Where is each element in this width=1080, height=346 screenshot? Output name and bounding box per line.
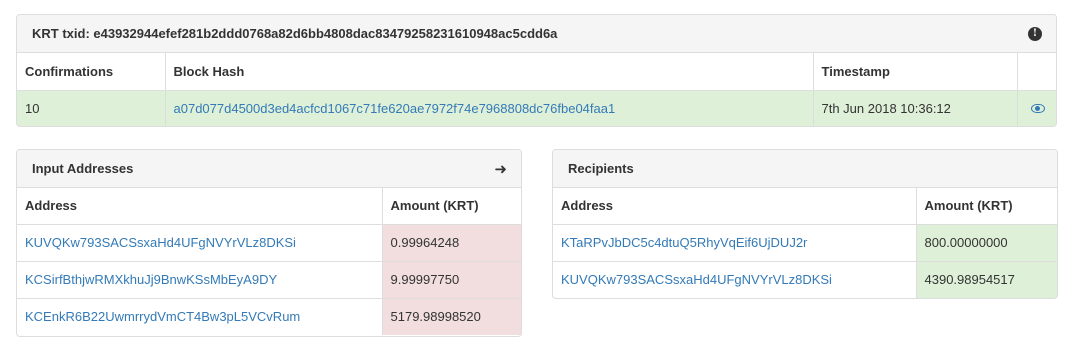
- recipients-panel: Recipients Address Amount (KRT) KTaRPvJb…: [552, 149, 1058, 299]
- block-hash-link[interactable]: a07d077d4500d3ed4acfcd1067c71fe620ae7972…: [174, 101, 616, 116]
- input-amount: 0.99964248: [381, 223, 521, 261]
- recipient-amount: 800.00000000: [915, 223, 1057, 261]
- transaction-heading: KRT txid: e43932944efef281b2ddd0768a82d6…: [17, 15, 1056, 53]
- input-addresses-table: Address Amount (KRT) KUVQKw793SACSsxaHd4…: [17, 188, 521, 335]
- recipient-address-link[interactable]: KUVQKw793SACSsxaHd4UFgNVYrVLz8DKSi: [561, 272, 832, 287]
- table-row: KCSirfBthjwRMXkhuJj9BnwKSsMbEyA9DY 9.999…: [17, 260, 521, 298]
- col-amount: Amount (KRT): [915, 188, 1057, 224]
- transaction-panel: KRT txid: e43932944efef281b2ddd0768a82d6…: [16, 14, 1057, 127]
- col-actions: [1016, 53, 1056, 90]
- input-address-link[interactable]: KCEnkR6B22UwmrrydVmCT4Bw3pL5VCvRum: [25, 309, 300, 324]
- col-confirmations: Confirmations: [25, 63, 114, 79]
- table-header-row: Address Amount (KRT): [17, 188, 521, 224]
- recipients-heading: Recipients: [553, 150, 1057, 188]
- table-row: KUVQKw793SACSsxaHd4UFgNVYrVLz8DKSi 0.999…: [17, 223, 521, 261]
- arrow-right-icon[interactable]: ➜: [494, 160, 507, 178]
- input-amount: 5179.98998520: [381, 297, 521, 335]
- table-row: KUVQKw793SACSsxaHd4UFgNVYrVLz8DKSi 4390.…: [553, 260, 1057, 298]
- col-address: Address: [25, 198, 78, 214]
- col-timestamp: Timestamp: [812, 53, 1017, 90]
- recipients-table: Address Amount (KRT) KTaRPvJbDC5c4dtuQ5R…: [553, 188, 1057, 298]
- confirmations-value: 10: [17, 89, 165, 126]
- info-icon[interactable]: !: [1028, 27, 1042, 41]
- input-addresses-heading: Input Addresses ➜: [17, 150, 521, 188]
- table-row: KTaRPvJbDC5c4dtuQ5RhyVqEif6UjDUJ2r 800.0…: [553, 223, 1057, 261]
- recipients-title: Recipients: [568, 161, 634, 176]
- timestamp-value: 7th Jun 2018 10:36:12: [812, 89, 1017, 126]
- col-block-hash: Block Hash: [164, 53, 813, 90]
- col-amount: Amount (KRT): [381, 188, 521, 224]
- recipient-address-link[interactable]: KTaRPvJbDC5c4dtuQ5RhyVqEif6UjDUJ2r: [561, 235, 807, 250]
- input-addresses-panel: Input Addresses ➜ Address Amount (KRT) K…: [16, 149, 522, 337]
- table-header-row: Address Amount (KRT): [553, 188, 1057, 224]
- recipient-amount: 4390.98954517: [915, 260, 1057, 298]
- input-address-link[interactable]: KUVQKw793SACSsxaHd4UFgNVYrVLz8DKSi: [25, 235, 296, 250]
- eye-icon[interactable]: [1030, 103, 1045, 113]
- txid-title: KRT txid: e43932944efef281b2ddd0768a82d6…: [32, 26, 558, 41]
- col-address: Address: [561, 198, 614, 214]
- input-amount: 9.99997750: [381, 260, 521, 298]
- table-row: 10 a07d077d4500d3ed4acfcd1067c71fe620ae7…: [17, 89, 1056, 126]
- table-row: KCEnkR6B22UwmrrydVmCT4Bw3pL5VCvRum 5179.…: [17, 297, 521, 335]
- transaction-table: Confirmations Block Hash Timestamp 10 a0…: [17, 53, 1056, 126]
- input-address-link[interactable]: KCSirfBthjwRMXkhuJj9BnwKSsMbEyA9DY: [25, 272, 277, 287]
- table-header-row: Confirmations Block Hash Timestamp: [17, 53, 1056, 90]
- input-addresses-title: Input Addresses: [32, 161, 134, 176]
